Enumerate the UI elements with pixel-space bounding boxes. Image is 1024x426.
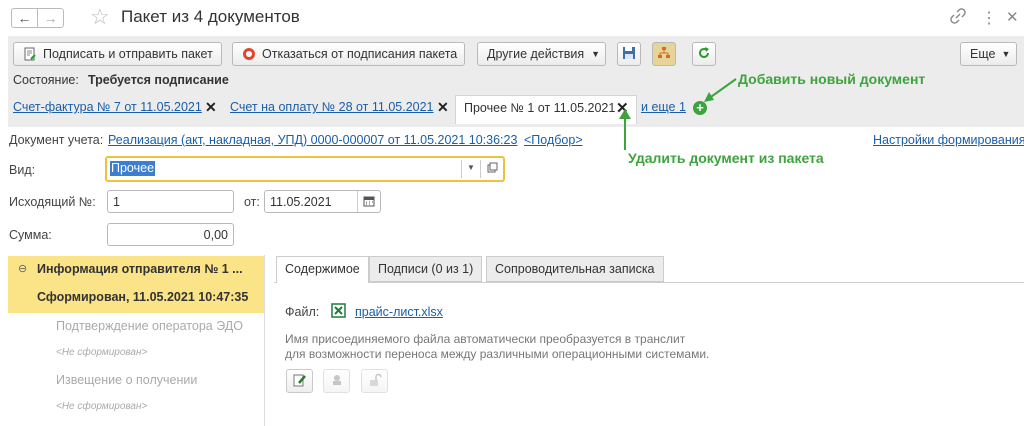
tree-item-sender-info[interactable]: Информация отправителя № 1 ... (37, 262, 243, 276)
document-package-window: ← → ☆ Пакет из 4 документов ⋮ ✕ Подписат… (0, 0, 1024, 426)
refuse-signing-label: Отказаться от подписания пакета (262, 47, 458, 61)
close-tab-icon[interactable]: ✕ (205, 99, 217, 116)
other-actions-label: Другие действия (487, 47, 585, 61)
more-vertical-icon[interactable]: ⋮ (981, 8, 997, 28)
sign-and-send-button[interactable]: Подписать и отправить пакет (13, 42, 222, 66)
close-tab-icon[interactable]: ✕ (437, 99, 449, 116)
dropdown-arrow-icon[interactable]: ▼ (467, 163, 475, 172)
link-icon[interactable] (950, 8, 966, 28)
more-label: Еще (970, 47, 996, 61)
more-documents-link[interactable]: и еще 1 (641, 100, 686, 114)
tab-content[interactable]: Содержимое (276, 256, 369, 283)
open-icon[interactable] (487, 162, 498, 176)
stamp-icon (330, 373, 344, 390)
unlock-button[interactable] (361, 369, 388, 393)
accounting-document-label: Документ учета: (9, 133, 104, 147)
favorite-star-icon[interactable]: ☆ (90, 4, 110, 30)
annotation-arrow-remove (619, 109, 631, 150)
stamp-button[interactable] (323, 369, 350, 393)
annotation-remove-document: Удалить документ из пакета (628, 150, 824, 166)
date-value: 11.05.2021 (270, 195, 332, 209)
dropdown-arrow-icon: ▼ (1001, 49, 1011, 59)
excel-file-icon (331, 303, 346, 321)
vid-select[interactable] (105, 156, 505, 182)
arrow-left-icon: ← (17, 10, 32, 26)
outgoing-number-label: Исходящий №: (9, 195, 96, 209)
forward-button[interactable]: → (37, 8, 64, 28)
divider (461, 160, 462, 178)
tab-other-label: Прочее № 1 от 11.05.2021 (464, 101, 616, 115)
tree-item-operator-status: <Не сформирован> (56, 347, 148, 358)
accounting-document-link[interactable]: Реализация (акт, накладная, УПД) 0000-00… (108, 133, 517, 147)
vid-value: Прочее (110, 161, 156, 176)
window-title: Пакет из 4 документов (121, 7, 300, 26)
edit-icon (293, 373, 307, 390)
refresh-icon (697, 46, 711, 63)
tab-signatures[interactable]: Подписи (0 из 1) (369, 256, 483, 282)
annotation-add-document: Добавить новый документ (738, 71, 926, 87)
tree-item-operator-confirmation[interactable]: Подтверждение оператора ЭДО (56, 319, 243, 333)
vid-label: Вид: (9, 163, 36, 177)
tree-item-sender-status: Сформирован, 11.05.2021 10:47:35 (37, 290, 249, 304)
sign-and-send-label: Подписать и отправить пакет (43, 47, 213, 61)
outgoing-number-input[interactable]: 1 (107, 190, 234, 213)
settings-link[interactable]: Настройки формирования (873, 133, 1024, 147)
hint-line-1: Имя присоединяемого файла автоматически … (285, 332, 686, 346)
tab-invoice[interactable]: Счет-фактура № 7 от 11.05.2021 (13, 100, 202, 114)
save-icon (622, 46, 636, 63)
file-label: Файл: (285, 305, 320, 319)
divider (480, 160, 481, 178)
tree-item-receipt-notice[interactable]: Извещение о получении (56, 373, 197, 387)
stop-icon (242, 47, 256, 61)
more-button[interactable]: Еще ▼ (960, 42, 1017, 66)
close-icon[interactable]: ✕ (1006, 8, 1019, 26)
date-label: от: (244, 195, 260, 209)
sum-input[interactable]: 0,00 (107, 223, 234, 246)
arrow-right-icon: → (43, 10, 58, 26)
tab-cover-note[interactable]: Сопроводительная записка (486, 256, 664, 282)
sum-label: Сумма: (9, 228, 52, 242)
tree-item-receipt-status: <Не сформирован> (56, 401, 148, 412)
file-link[interactable]: прайс-лист.xlsx (355, 305, 443, 319)
annotation-arrow-add (704, 78, 737, 102)
save-button[interactable] (617, 42, 641, 66)
structure-button[interactable] (652, 42, 676, 66)
pick-link[interactable]: <Подбор> (524, 133, 583, 147)
status-value: Требуется подписание (88, 73, 229, 87)
refuse-signing-button[interactable]: Отказаться от подписания пакета (232, 42, 465, 66)
collapse-icon[interactable]: ⊖ (18, 262, 27, 275)
unlock-icon (368, 373, 382, 390)
other-actions-button[interactable]: Другие действия ▼ (477, 42, 606, 66)
divider (357, 191, 358, 212)
dropdown-arrow-icon: ▼ (591, 49, 601, 59)
hierarchy-icon (657, 46, 671, 63)
edit-file-button[interactable] (286, 369, 313, 393)
tab-payment-invoice[interactable]: Счет на оплату № 28 от 11.05.2021 (230, 100, 434, 114)
hint-line-2: для возможности переноса между различным… (285, 347, 710, 361)
calendar-icon[interactable] (363, 195, 375, 210)
status-label: Состояние: (13, 73, 79, 87)
sign-document-icon (23, 47, 37, 61)
back-button[interactable]: ← (11, 8, 38, 28)
refresh-button[interactable] (692, 42, 716, 66)
